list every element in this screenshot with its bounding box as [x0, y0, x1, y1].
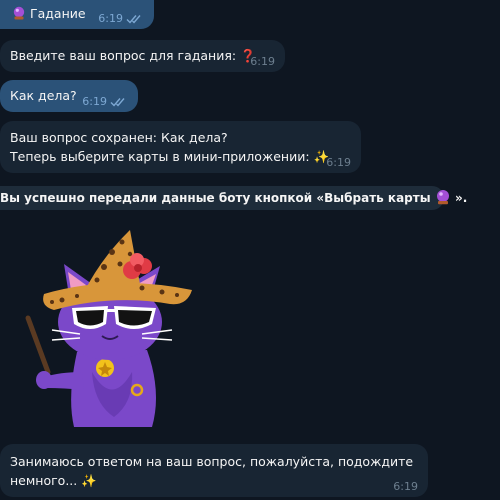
message-time: 6:19	[82, 95, 107, 108]
message-time: 6:19	[98, 12, 123, 25]
outgoing-message[interactable]: Гадание 6:19	[0, 0, 154, 29]
message-time: 6:19	[326, 156, 351, 169]
message-meta: 6:19	[82, 95, 128, 109]
crystal-ball-icon	[13, 6, 25, 20]
message-text: Гадание	[12, 4, 86, 24]
message-time: 6:19	[393, 480, 418, 493]
message-text: Как дела?	[10, 88, 77, 103]
outgoing-message[interactable]: Как дела? 6:19	[0, 80, 138, 112]
message-meta: 6:19	[250, 55, 275, 69]
message-text-line: Теперь выберите карты в мини-приложении:…	[10, 149, 330, 164]
incoming-message[interactable]: Ваш вопрос сохранен: Как дела? Теперь вы…	[0, 121, 361, 173]
double-check-icon	[110, 98, 125, 107]
message-text-line: Ваш вопрос сохранен: Как дела?	[10, 130, 228, 145]
message-meta: 6:19	[98, 12, 144, 26]
crystal-ball-icon	[436, 190, 449, 205]
double-check-icon	[126, 15, 141, 24]
wizard-cat-sticker-icon[interactable]	[22, 222, 202, 432]
message-text-line: Занимаюсь ответом на ваш вопрос, пожалуй…	[10, 454, 414, 469]
message-meta: 6:19	[393, 480, 418, 494]
message-text-line: немного... ✨	[10, 473, 97, 488]
message-meta: 6:19	[326, 156, 351, 170]
sparkles-icon: ✨	[81, 473, 97, 488]
message-time: 6:19	[250, 55, 275, 68]
message-text: Введите ваш вопрос для гадания: ❓	[10, 48, 256, 63]
chat-area: Гадание 6:19 Введите ваш вопрос для гада…	[0, 0, 500, 500]
incoming-message[interactable]: Введите ваш вопрос для гадания: ❓ 6:19	[0, 40, 285, 72]
incoming-message[interactable]: Занимаюсь ответом на ваш вопрос, пожалуй…	[0, 444, 428, 497]
service-message: Вы успешно передали данные боту кнопкой …	[0, 186, 467, 210]
